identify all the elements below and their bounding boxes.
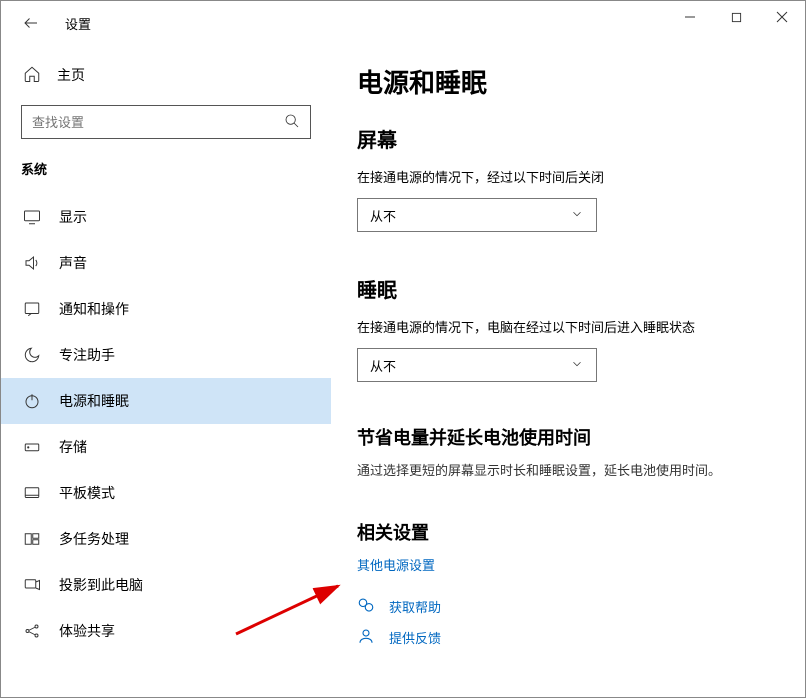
moon-icon xyxy=(23,346,41,364)
maximize-icon xyxy=(731,12,742,23)
multitask-icon xyxy=(23,530,41,548)
sidebar-item-sound[interactable]: 声音 xyxy=(1,240,331,286)
sidebar-item-label: 存储 xyxy=(59,437,87,457)
power-icon xyxy=(23,392,41,410)
back-arrow-icon xyxy=(22,14,40,32)
feedback-icon xyxy=(357,627,375,648)
tablet-icon xyxy=(23,484,41,502)
screen-timeout-value: 从不 xyxy=(370,206,396,225)
search-field[interactable] xyxy=(32,115,284,130)
sidebar-section-label: 系统 xyxy=(1,153,331,194)
minimize-button[interactable] xyxy=(667,1,713,33)
share-icon xyxy=(23,622,41,640)
sleep-timeout-select[interactable]: 从不 xyxy=(357,348,597,382)
notification-icon xyxy=(23,300,41,318)
sidebar-item-label: 投影到此电脑 xyxy=(59,575,143,595)
sidebar-item-label: 多任务处理 xyxy=(59,529,129,549)
sidebar-item-label: 平板模式 xyxy=(59,483,115,503)
screen-timeout-select[interactable]: 从不 xyxy=(357,198,597,232)
sidebar-item-display[interactable]: 显示 xyxy=(1,194,331,240)
sidebar-item-notifications[interactable]: 通知和操作 xyxy=(1,286,331,332)
chevron-down-icon xyxy=(570,357,584,374)
screen-heading: 屏幕 xyxy=(357,124,781,153)
page-title: 电源和睡眠 xyxy=(357,63,781,100)
minimize-icon xyxy=(684,11,696,23)
sidebar-item-label: 声音 xyxy=(59,253,87,273)
maximize-button[interactable] xyxy=(713,1,759,33)
sidebar-item-label: 电源和睡眠 xyxy=(59,391,129,411)
back-button[interactable] xyxy=(9,1,53,45)
close-icon xyxy=(776,11,788,23)
battery-heading: 节省电量并延长电池使用时间 xyxy=(357,424,781,450)
storage-icon xyxy=(23,438,41,456)
feedback-link[interactable]: 提供反馈 xyxy=(357,627,781,648)
project-icon xyxy=(23,576,41,594)
caption-buttons xyxy=(667,1,805,33)
content-pane: 电源和睡眠 屏幕 在接通电源的情况下，经过以下时间后关闭 从不 睡眠 在接通电源… xyxy=(331,45,805,697)
related-heading: 相关设置 xyxy=(357,519,781,545)
home-label: 主页 xyxy=(57,65,85,85)
search-input[interactable] xyxy=(21,105,311,139)
help-label: 获取帮助 xyxy=(389,597,441,616)
sidebar-item-power[interactable]: 电源和睡眠 xyxy=(1,378,331,424)
sound-icon xyxy=(23,254,41,272)
help-icon xyxy=(357,596,375,617)
sidebar-item-label: 通知和操作 xyxy=(59,299,129,319)
feedback-label: 提供反馈 xyxy=(389,628,441,647)
other-power-link[interactable]: 其他电源设置 xyxy=(357,555,781,574)
sidebar-item-label: 体验共享 xyxy=(59,621,115,641)
home-link[interactable]: 主页 xyxy=(1,55,331,95)
sleep-heading: 睡眠 xyxy=(357,274,781,303)
close-button[interactable] xyxy=(759,1,805,33)
titlebar: 设置 xyxy=(1,1,805,45)
sidebar-item-share[interactable]: 体验共享 xyxy=(1,608,331,654)
chevron-down-icon xyxy=(570,207,584,224)
sidebar-item-tablet[interactable]: 平板模式 xyxy=(1,470,331,516)
sidebar-item-storage[interactable]: 存储 xyxy=(1,424,331,470)
screen-desc: 在接通电源的情况下，经过以下时间后关闭 xyxy=(357,167,781,186)
sidebar: 主页 系统 显示 声音 通知和操作 专注助手 xyxy=(1,45,331,697)
battery-tip: 通过选择更短的屏幕显示时长和睡眠设置，延长电池使用时间。 xyxy=(357,460,781,479)
sidebar-item-multitask[interactable]: 多任务处理 xyxy=(1,516,331,562)
search-icon xyxy=(284,113,300,132)
monitor-icon xyxy=(23,208,41,226)
sidebar-item-focus[interactable]: 专注助手 xyxy=(1,332,331,378)
home-icon xyxy=(23,65,41,86)
sidebar-item-label: 显示 xyxy=(59,207,87,227)
get-help-link[interactable]: 获取帮助 xyxy=(357,596,781,617)
window-title: 设置 xyxy=(65,14,91,33)
sidebar-item-project[interactable]: 投影到此电脑 xyxy=(1,562,331,608)
sleep-timeout-value: 从不 xyxy=(370,356,396,375)
sidebar-item-label: 专注助手 xyxy=(59,345,115,365)
sleep-desc: 在接通电源的情况下，电脑在经过以下时间后进入睡眠状态 xyxy=(357,317,781,336)
